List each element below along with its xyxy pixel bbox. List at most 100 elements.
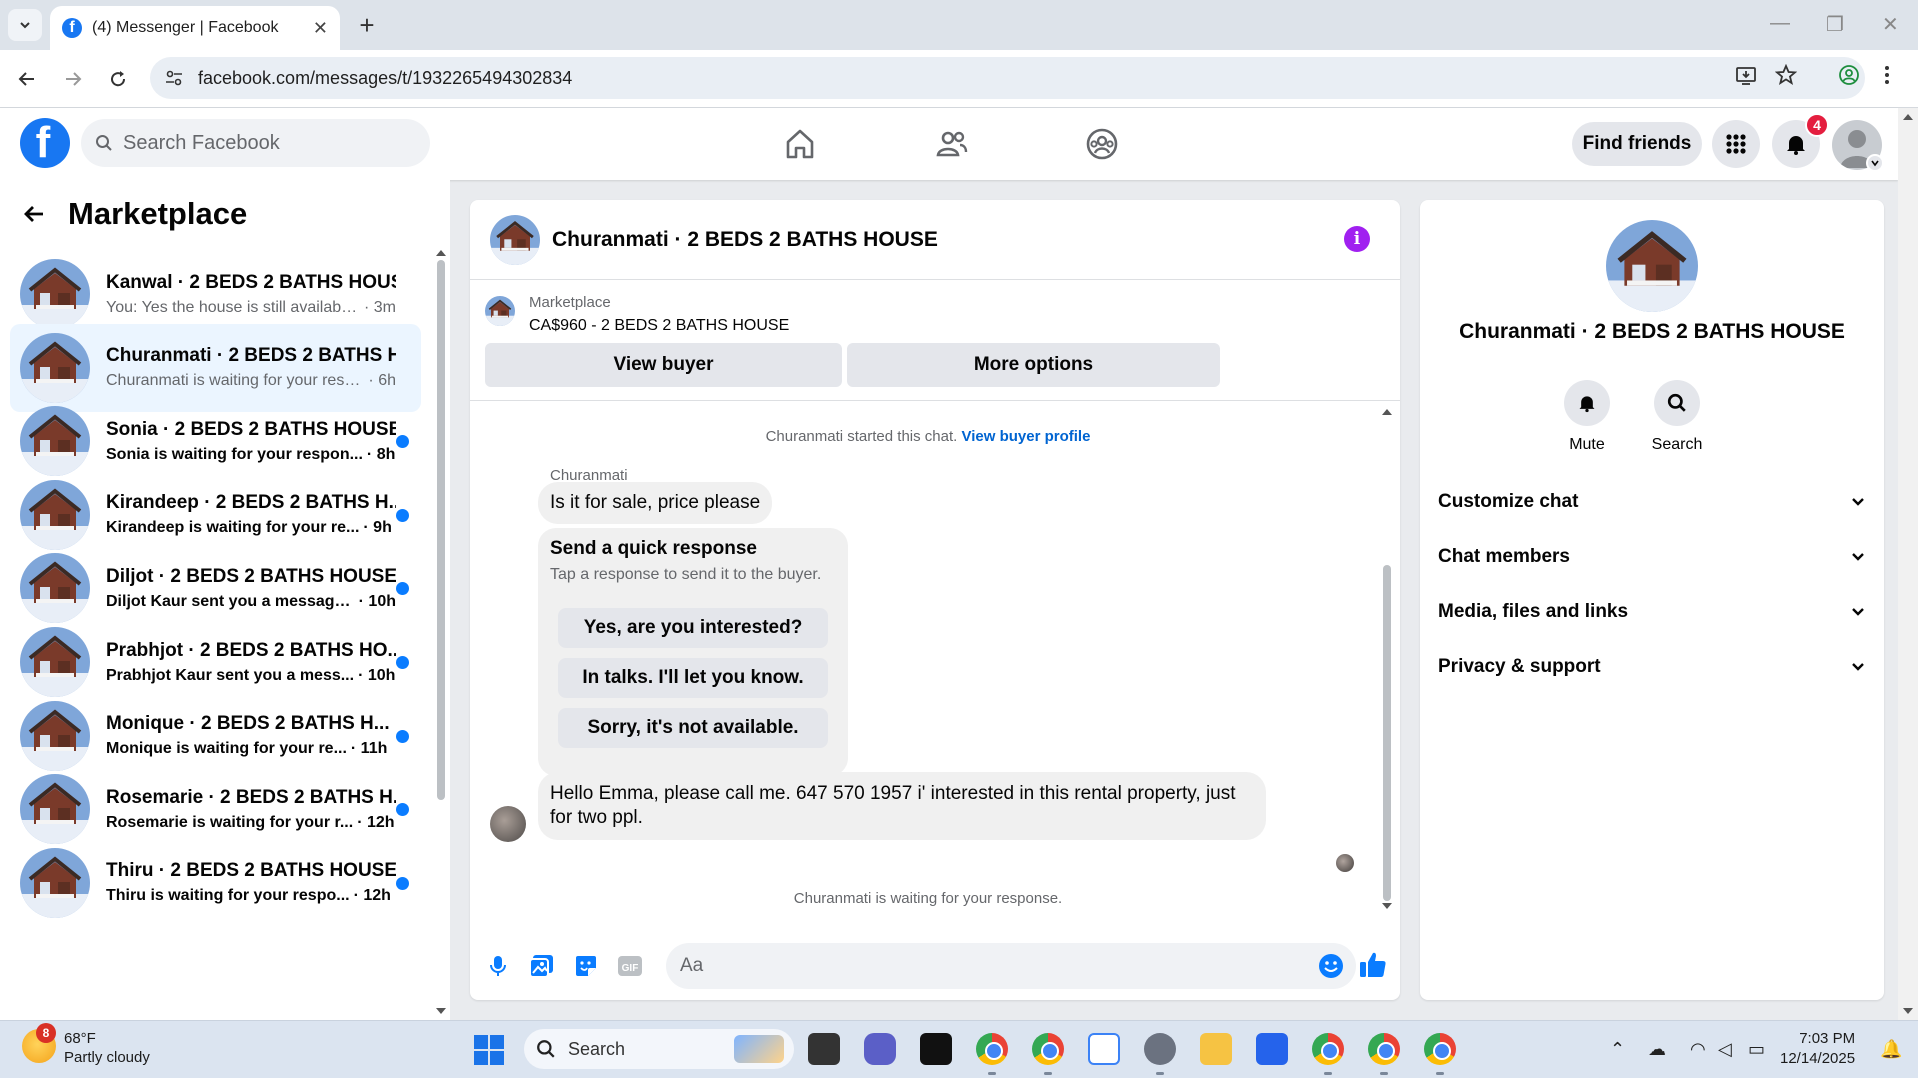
- sender-avatar[interactable]: [490, 806, 526, 842]
- menu-grid-button[interactable]: [1712, 120, 1760, 168]
- terminal-app-icon[interactable]: [808, 1033, 840, 1065]
- quick-response-in-talks-button[interactable]: In talks. I'll let you know.: [558, 658, 828, 698]
- browser-tab-active[interactable]: f (4) Messenger | Facebook ✕: [50, 6, 340, 50]
- window-close-button[interactable]: ✕: [1882, 12, 1899, 37]
- page-scrollbar[interactable]: [1898, 108, 1918, 1020]
- bookmark-star-icon[interactable]: [1775, 64, 1797, 86]
- conversation-name: Kanwal · 2 BEDS 2 BATHS HOUSE: [106, 271, 396, 293]
- chrome-app-icon[interactable]: [976, 1033, 1008, 1065]
- facebook-logo-icon[interactable]: f: [20, 118, 70, 168]
- account-chevron-icon[interactable]: [1866, 154, 1884, 172]
- forward-button[interactable]: [58, 64, 88, 94]
- quick-response-yes-button[interactable]: Yes, are you interested?: [558, 608, 828, 648]
- mute-action[interactable]: Mute: [1542, 380, 1632, 454]
- details-avatar[interactable]: [1606, 220, 1698, 312]
- chrome-app-icon[interactable]: [1032, 1033, 1064, 1065]
- system-clock[interactable]: 7:03 PM 12/14/2025: [1780, 1029, 1855, 1069]
- facebook-search-input[interactable]: Search Facebook: [81, 119, 430, 167]
- back-button[interactable]: [12, 64, 42, 94]
- install-app-icon[interactable]: [1735, 64, 1757, 86]
- microphone-icon[interactable]: [484, 952, 512, 980]
- listing-price: CA$960 - 2 BEDS 2 BATHS HOUSE: [529, 317, 790, 334]
- notification-bell-icon[interactable]: 🔔: [1880, 1039, 1902, 1060]
- groups-icon[interactable]: [1084, 126, 1120, 162]
- battery-icon[interactable]: ▭: [1748, 1039, 1765, 1060]
- tab-search-button[interactable]: [8, 9, 42, 41]
- search-icon: [95, 134, 113, 152]
- chevron-down-icon: [1852, 663, 1864, 671]
- tab-close-icon[interactable]: ✕: [313, 18, 328, 39]
- chat-scroll-thumb[interactable]: [1383, 565, 1391, 901]
- wifi-icon[interactable]: ◠: [1690, 1039, 1706, 1060]
- message-input[interactable]: Aa: [666, 943, 1356, 989]
- volume-muted-icon[interactable]: ◁: [1718, 1039, 1732, 1060]
- chrome-app-icon[interactable]: [1312, 1033, 1344, 1065]
- more-options-button[interactable]: More options: [847, 343, 1220, 387]
- browser-menu-icon[interactable]: [1884, 64, 1890, 86]
- chat-members-row[interactable]: Chat members: [1438, 535, 1866, 579]
- bell-icon[interactable]: [1564, 380, 1610, 426]
- message-bubble[interactable]: Is it for sale, price please: [538, 482, 773, 524]
- conversation-preview: Thiru is waiting for your respo...: [106, 887, 350, 905]
- search-action[interactable]: Search: [1632, 380, 1722, 454]
- chevron-down-icon: [1852, 553, 1864, 561]
- url-bar[interactable]: facebook.com/messages/t/1932265494302834: [150, 57, 1865, 99]
- unread-dot: [396, 508, 409, 522]
- search-icon[interactable]: [1654, 380, 1700, 426]
- snipping-tool-icon[interactable]: [1088, 1033, 1120, 1065]
- weather-widget[interactable]: 8 68°F Partly cloudy: [22, 1023, 150, 1067]
- restore-button[interactable]: ❐: [1826, 12, 1844, 37]
- sidebar-scroll-thumb[interactable]: [437, 260, 445, 800]
- chrome-app-icon[interactable]: [1368, 1033, 1400, 1065]
- house-thumbnail-icon: [485, 296, 515, 326]
- profile-icon[interactable]: [1838, 64, 1860, 86]
- search-highlight-icon: [734, 1035, 784, 1063]
- media-files-links-row[interactable]: Media, files and links: [1438, 590, 1866, 634]
- chat-avatar[interactable]: [490, 214, 540, 265]
- conversation-time: · 11h: [350, 740, 388, 758]
- capcut-app-icon[interactable]: [920, 1033, 952, 1065]
- tray-chevron-up-icon[interactable]: ⌃: [1610, 1039, 1625, 1060]
- quick-response-sorry-button[interactable]: Sorry, it's not available.: [558, 708, 828, 748]
- new-tab-button[interactable]: +: [352, 10, 382, 41]
- message-bubble[interactable]: Hello Emma, please call me. 647 570 1957…: [538, 772, 1266, 840]
- windows-start-icon[interactable]: [474, 1035, 504, 1065]
- find-friends-button[interactable]: Find friends: [1572, 122, 1702, 166]
- like-thumb-icon[interactable]: [1356, 948, 1390, 982]
- sticker-icon[interactable]: [572, 952, 600, 980]
- meet-app-icon[interactable]: [864, 1033, 896, 1065]
- file-explorer-icon[interactable]: [1200, 1033, 1232, 1065]
- conversation-time: · 3m: [364, 298, 396, 316]
- chevron-down-icon: [20, 22, 30, 29]
- reload-button[interactable]: [103, 64, 133, 94]
- back-arrow-icon[interactable]: [22, 202, 46, 226]
- cloud-off-icon[interactable]: ☁: [1648, 1039, 1666, 1060]
- chrome-app-icon[interactable]: [1424, 1033, 1456, 1065]
- settings-gear-icon[interactable]: [1144, 1033, 1176, 1065]
- unread-dot: [396, 435, 409, 449]
- chevron-down-icon: [1852, 498, 1864, 506]
- photo-icon[interactable]: [528, 952, 556, 980]
- site-info-icon[interactable]: [164, 68, 184, 88]
- view-buyer-profile-link[interactable]: View buyer profile: [962, 428, 1091, 445]
- gif-icon[interactable]: GIF: [616, 952, 644, 980]
- listing-thumbnail[interactable]: [485, 296, 515, 326]
- running-indicator: [1156, 1072, 1164, 1075]
- address-toolbar: facebook.com/messages/t/1932265494302834: [0, 50, 1918, 108]
- notes-app-icon[interactable]: [1256, 1033, 1288, 1065]
- clock-time: 7:03 PM: [1799, 1030, 1856, 1047]
- friends-icon[interactable]: [934, 126, 970, 162]
- temperature: 68°F: [64, 1030, 96, 1047]
- home-icon[interactable]: [782, 126, 818, 162]
- view-buyer-button[interactable]: View buyer: [485, 343, 842, 387]
- privacy-support-row[interactable]: Privacy & support: [1438, 645, 1866, 689]
- info-icon[interactable]: i: [1344, 226, 1370, 252]
- emoji-icon[interactable]: [1318, 953, 1344, 979]
- sidebar-header: Marketplace: [22, 196, 247, 232]
- taskbar-search[interactable]: Search: [524, 1029, 794, 1069]
- conversation-name: Kirandeep · 2 BEDS 2 BATHS H...: [106, 492, 396, 514]
- conversation-item[interactable]: Thiru · 2 BEDS 2 BATHS HOUSE Thiru is wai…: [10, 839, 421, 927]
- chat-title[interactable]: Churanmati · 2 BEDS 2 BATHS HOUSE: [552, 228, 938, 252]
- customize-chat-row[interactable]: Customize chat: [1438, 480, 1866, 524]
- minimize-button[interactable]: —: [1770, 12, 1790, 35]
